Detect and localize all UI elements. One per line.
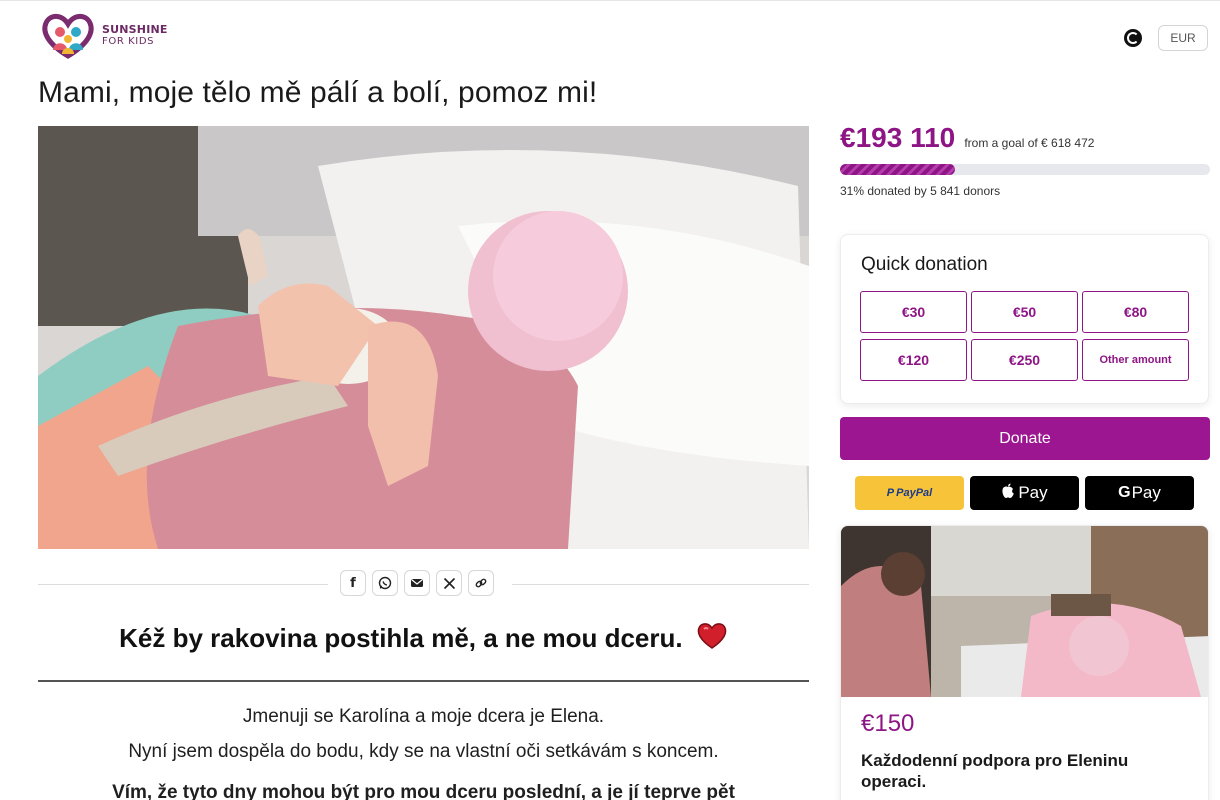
- goal-text: from a goal of € 618 472: [964, 136, 1095, 150]
- brand-logo[interactable]: SUNSHINE FOR KIDS: [38, 10, 168, 62]
- whatsapp-icon[interactable]: [372, 570, 398, 596]
- progress-bar-fill: [840, 164, 955, 175]
- paypal-label: PayPal: [896, 487, 933, 499]
- brand-name-line1: SUNSHINE: [102, 23, 168, 36]
- amount-120-button[interactable]: €120: [860, 339, 967, 381]
- progress-bar: [840, 164, 1210, 175]
- donors-summary: 31% donated by 5 841 donors: [840, 184, 1001, 198]
- other-amount-button[interactable]: Other amount: [1082, 339, 1189, 381]
- story-paragraph: Vím, že tyto dny mohou být pro mou dceru…: [112, 782, 735, 800]
- brand-name-line2: FOR KIDS: [102, 36, 155, 47]
- brand-name: SUNSHINE FOR KIDS: [102, 24, 168, 48]
- amount-options: €30 €50 €80 €120 €250 Other amount: [860, 291, 1190, 381]
- currency-selector[interactable]: EUR: [1158, 25, 1208, 51]
- top-border: [0, 0, 1220, 1]
- reward-title: Každodenní podpora pro Eleninu operaci.: [861, 751, 1129, 791]
- quick-donation-title: Quick donation: [861, 254, 988, 275]
- google-icon: G: [1118, 484, 1131, 501]
- amount-250-button[interactable]: €250: [971, 339, 1078, 381]
- link-icon[interactable]: [468, 570, 494, 596]
- story-paragraph: Jmenuji se Karolína a moje dcera je Elen…: [242, 706, 605, 727]
- amount-30-button[interactable]: €30: [860, 291, 967, 333]
- heart-logo-icon: [42, 13, 94, 59]
- reward-image: [841, 526, 1208, 697]
- page-title: Mami, moje tělo mě pálí a bolí, pomoz mi…: [38, 76, 598, 109]
- share-divider-right: [512, 584, 809, 585]
- apple-pay-button[interactable]: Pay: [970, 476, 1079, 510]
- apple-pay-label: Pay: [1018, 483, 1048, 502]
- facebook-icon[interactable]: f: [340, 570, 366, 596]
- heading-divider: [38, 680, 809, 682]
- raised-amount: €193 110: [840, 122, 956, 153]
- share-icons: f: [340, 570, 494, 596]
- story-paragraph: Nyní jsem dospěla do bodu, kdy se na vla…: [128, 741, 719, 762]
- quick-donation-card: Quick donation €30 €50 €80 €120 €250 Oth…: [840, 234, 1209, 404]
- paypal-button[interactable]: P PayPal: [855, 476, 964, 510]
- donate-button[interactable]: Donate: [840, 417, 1210, 460]
- amount-50-button[interactable]: €50: [971, 291, 1078, 333]
- payment-options: P PayPal Pay G Pay: [855, 476, 1194, 510]
- story-heading-text: Kéž by rakovina postihla mě, a ne mou dc…: [119, 623, 683, 653]
- google-pay-label: Pay: [1131, 483, 1161, 502]
- reward-amount: €150: [861, 710, 915, 737]
- google-pay-button[interactable]: G Pay: [1085, 476, 1194, 510]
- share-divider-left: [38, 584, 328, 585]
- theme-toggle-icon[interactable]: [1124, 29, 1142, 47]
- story-heading: Kéž by rakovina postihla mě, a ne mou dc…: [38, 622, 809, 657]
- reward-card[interactable]: €150 Každodenní podpora pro Eleninu oper…: [840, 525, 1209, 800]
- paypal-icon: P: [886, 487, 895, 499]
- raised-summary: €193 110 from a goal of € 618 472: [840, 122, 1094, 154]
- campaign-hero-image: [38, 126, 809, 549]
- x-icon[interactable]: [436, 570, 462, 596]
- share-bar: f: [38, 570, 809, 600]
- email-icon[interactable]: [404, 570, 430, 596]
- heart-icon: [696, 622, 728, 657]
- amount-80-button[interactable]: €80: [1082, 291, 1189, 333]
- apple-icon: [1001, 483, 1015, 503]
